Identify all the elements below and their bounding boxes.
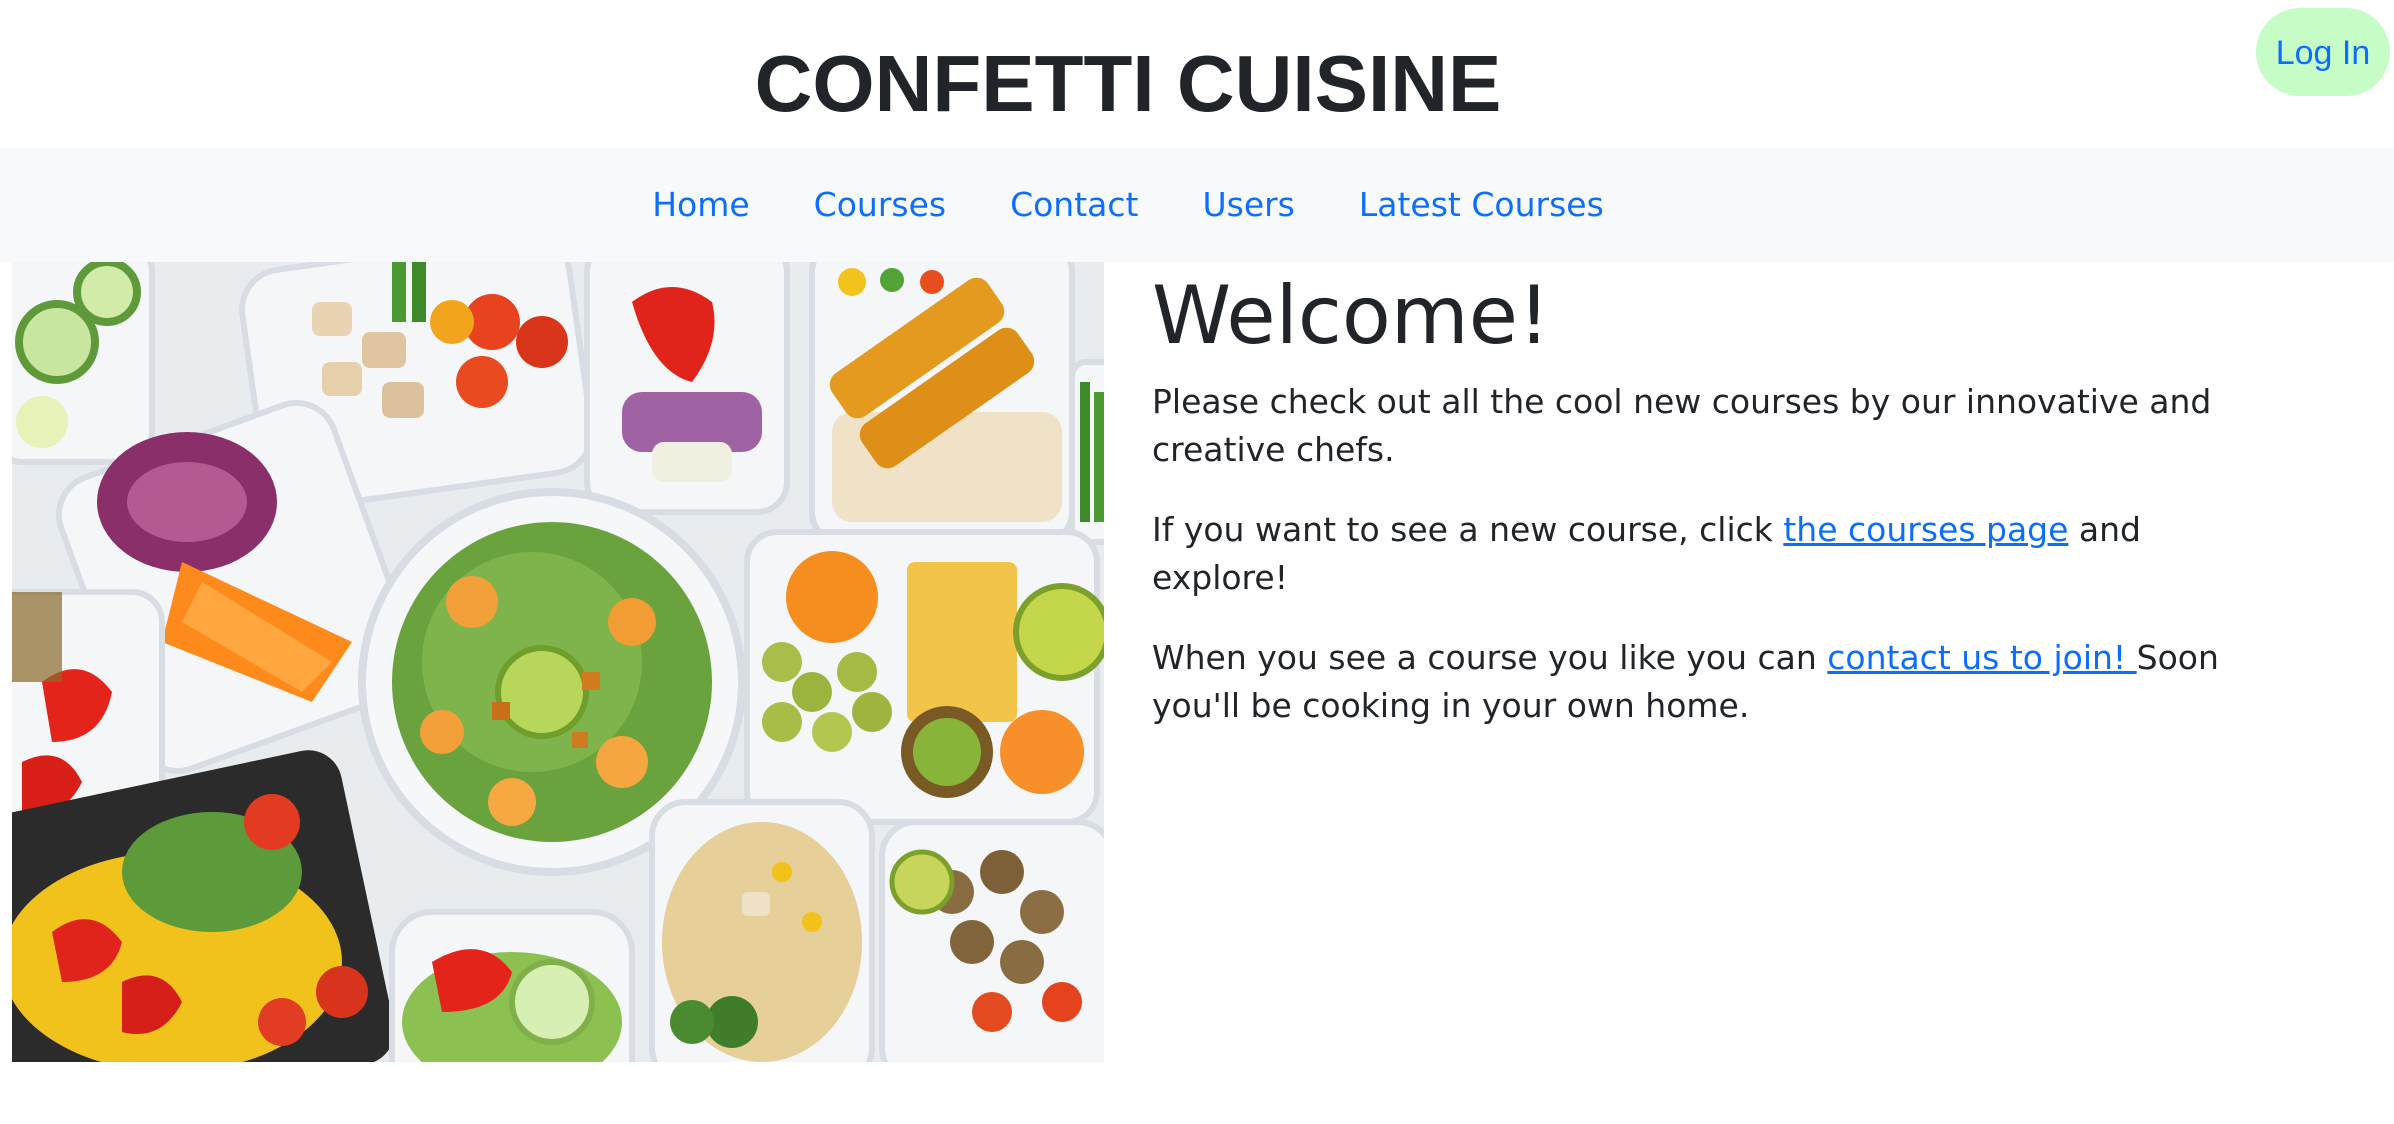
meal-prep-illustration [12, 262, 1104, 1062]
site-header: CONFETTI CUISINE Log In [0, 0, 2394, 148]
main-content: Welcome! Please check out all the cool n… [1152, 262, 2252, 762]
login-button[interactable]: Log In [2256, 8, 2390, 96]
courses-text-before: If you want to see a new course, click [1152, 510, 1784, 549]
nav-link-latest-courses[interactable]: Latest Courses [1327, 185, 1636, 224]
welcome-heading: Welcome! [1152, 269, 1551, 362]
hero-food-image [12, 262, 1104, 1062]
nav-link-contact[interactable]: Contact [978, 185, 1170, 224]
nav-link-users[interactable]: Users [1170, 185, 1326, 224]
contact-join-link[interactable]: contact us to join! [1827, 638, 2136, 677]
nav-item-courses: Courses [782, 148, 978, 262]
courses-paragraph: If you want to see a new course, click t… [1152, 506, 2252, 602]
contact-paragraph: When you see a course you like you can c… [1152, 634, 2252, 730]
nav-list: Home Courses Contact Users Latest Course… [0, 148, 2256, 262]
main-navbar: Home Courses Contact Users Latest Course… [0, 148, 2394, 262]
nav-link-home[interactable]: Home [620, 185, 781, 224]
nav-item-latest-courses: Latest Courses [1327, 148, 1636, 262]
contact-text-before: When you see a course you like you can [1152, 638, 1828, 677]
nav-item-users: Users [1170, 148, 1326, 262]
nav-item-home: Home [620, 148, 781, 262]
site-title: CONFETTI CUISINE [754, 39, 1502, 128]
nav-link-courses[interactable]: Courses [782, 185, 978, 224]
intro-paragraph: Please check out all the cool new course… [1152, 382, 2212, 469]
nav-item-contact: Contact [978, 148, 1170, 262]
courses-page-link[interactable]: the courses page [1783, 510, 2068, 549]
